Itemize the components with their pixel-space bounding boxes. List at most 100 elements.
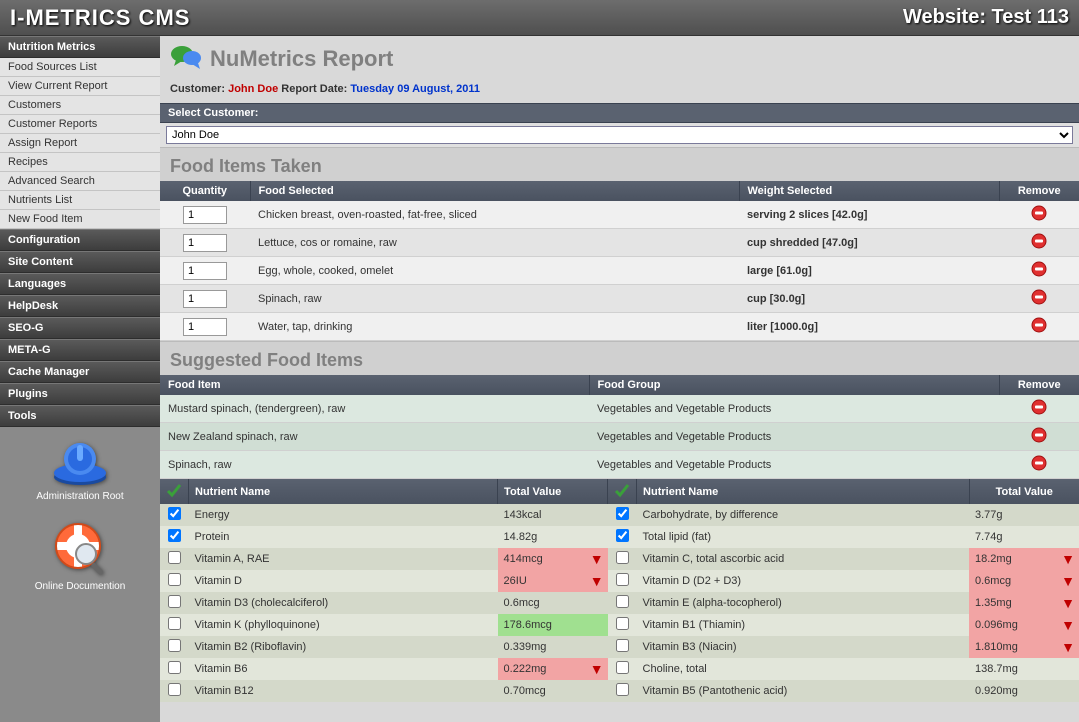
remove-button[interactable] bbox=[1031, 317, 1047, 333]
col-food-group: Food Group bbox=[589, 375, 999, 395]
nutrient-checkbox[interactable] bbox=[616, 617, 629, 630]
suggested-group-cell: Vegetables and Vegetable Products bbox=[589, 451, 999, 479]
nutrient-checkbox[interactable] bbox=[616, 595, 629, 608]
sidebar-footer-docs[interactable]: Online Documention bbox=[0, 512, 160, 602]
nutrient-checkbox[interactable] bbox=[616, 639, 629, 652]
table-row: Protein14.82gTotal lipid (fat)7.74g bbox=[160, 526, 1079, 548]
nutrient-checkbox[interactable] bbox=[616, 507, 629, 520]
nav-section-header[interactable]: Tools bbox=[0, 405, 160, 427]
quantity-input[interactable] bbox=[183, 290, 227, 308]
col-check-right bbox=[608, 479, 637, 504]
food-name-cell: Egg, whole, cooked, omelet bbox=[250, 257, 739, 285]
nutrient-name-cell: Vitamin B5 (Pantothenic acid) bbox=[637, 680, 969, 702]
nutrient-checkbox[interactable] bbox=[168, 683, 181, 696]
nutrient-checkbox[interactable] bbox=[168, 529, 181, 542]
nutrient-checkbox[interactable] bbox=[168, 661, 181, 674]
quantity-input[interactable] bbox=[183, 234, 227, 252]
remove-button[interactable] bbox=[1031, 427, 1047, 443]
nutrient-name-cell: Vitamin B2 (Riboflavin) bbox=[189, 636, 498, 658]
nav-item[interactable]: Customers bbox=[0, 96, 160, 115]
nutrient-name-cell: Vitamin B1 (Thiamin) bbox=[637, 614, 969, 636]
nav-item[interactable]: Customer Reports bbox=[0, 115, 160, 134]
nav-section-header[interactable]: META-G bbox=[0, 339, 160, 361]
nutrient-checkbox[interactable] bbox=[168, 617, 181, 630]
weight-cell: serving 2 slices [42.0g] bbox=[739, 201, 999, 229]
check-all-right-icon[interactable] bbox=[614, 482, 630, 498]
table-row: Vitamin K (phylloquinone)178.6mcgVitamin… bbox=[160, 614, 1079, 636]
food-taken-title: Food Items Taken bbox=[160, 147, 1079, 181]
nutrient-checkbox[interactable] bbox=[616, 573, 629, 586]
arrow-down-icon: ▼ bbox=[1061, 573, 1075, 589]
table-row: Lettuce, cos or romaine, rawcup shredded… bbox=[160, 229, 1079, 257]
customer-label: Customer: bbox=[170, 83, 225, 95]
weight-cell: large [61.0g] bbox=[739, 257, 999, 285]
nutrient-checkbox[interactable] bbox=[168, 595, 181, 608]
nav-item[interactable]: Advanced Search bbox=[0, 172, 160, 191]
table-row: Energy143kcalCarbohydrate, by difference… bbox=[160, 504, 1079, 526]
nav-item[interactable]: Assign Report bbox=[0, 134, 160, 153]
table-row: Vitamin D3 (cholecalciferol)0.6mcgVitami… bbox=[160, 592, 1079, 614]
nav-item[interactable]: Recipes bbox=[0, 153, 160, 172]
sidebar-footer-admin-label: Administration Root bbox=[0, 491, 160, 502]
suggested-item-cell: Mustard spinach, (tendergreen), raw bbox=[160, 395, 589, 423]
col-quantity: Quantity bbox=[160, 181, 250, 201]
page-title: NuMetrics Report bbox=[210, 46, 393, 72]
nutrient-checkbox[interactable] bbox=[616, 661, 629, 674]
nav-item[interactable]: Food Sources List bbox=[0, 58, 160, 77]
remove-button[interactable] bbox=[1031, 455, 1047, 471]
nutrient-value-cell: 0.70mcg bbox=[498, 680, 608, 702]
nutrient-value-cell: 3.77g bbox=[969, 504, 1079, 526]
weight-cell: liter [1000.0g] bbox=[739, 313, 999, 341]
brand-title: I-METRICS CMS bbox=[10, 5, 190, 31]
weight-cell: cup shredded [47.0g] bbox=[739, 229, 999, 257]
nutrient-name-cell: Vitamin E (alpha-tocopherol) bbox=[637, 592, 969, 614]
nutrient-checkbox[interactable] bbox=[168, 551, 181, 564]
report-subline: Customer: John Doe Report Date: Tuesday … bbox=[160, 81, 1079, 103]
nutrient-checkbox[interactable] bbox=[168, 573, 181, 586]
nutrient-value-cell: 178.6mcg bbox=[498, 614, 608, 636]
remove-button[interactable] bbox=[1031, 261, 1047, 277]
remove-button[interactable] bbox=[1031, 233, 1047, 249]
quantity-input[interactable] bbox=[183, 262, 227, 280]
nav-item[interactable]: View Current Report bbox=[0, 77, 160, 96]
nutrient-checkbox[interactable] bbox=[616, 529, 629, 542]
nutrient-value-cell: 0.222mg▼ bbox=[498, 658, 608, 680]
lifebuoy-search-icon bbox=[0, 522, 160, 577]
nav-section-header[interactable]: SEO-G bbox=[0, 317, 160, 339]
nav-item[interactable]: New Food Item bbox=[0, 210, 160, 229]
nutrient-value-cell: 0.096mg▼ bbox=[969, 614, 1079, 636]
table-row: Chicken breast, oven-roasted, fat-free, … bbox=[160, 201, 1079, 229]
remove-button[interactable] bbox=[1031, 289, 1047, 305]
nav-section-header[interactable]: Plugins bbox=[0, 383, 160, 405]
nav-section-header[interactable]: Nutrition Metrics bbox=[0, 36, 160, 58]
nutrient-name-cell: Vitamin B12 bbox=[189, 680, 498, 702]
nav-section-header[interactable]: Site Content bbox=[0, 251, 160, 273]
nutrient-value-cell: 414mcg▼ bbox=[498, 548, 608, 570]
nutrient-name-cell: Vitamin A, RAE bbox=[189, 548, 498, 570]
nutrient-checkbox[interactable] bbox=[168, 507, 181, 520]
nutrient-value-cell: 0.6mcg▼ bbox=[969, 570, 1079, 592]
nutrient-value-cell: 143kcal bbox=[498, 504, 608, 526]
check-all-left-icon[interactable] bbox=[166, 482, 182, 498]
nutrient-checkbox[interactable] bbox=[616, 683, 629, 696]
top-bar: I-METRICS CMS Website: Test 113 bbox=[0, 0, 1079, 36]
remove-button[interactable] bbox=[1031, 399, 1047, 415]
nav-section-header[interactable]: Configuration bbox=[0, 229, 160, 251]
nav-section-header[interactable]: Cache Manager bbox=[0, 361, 160, 383]
sidebar-footer-admin[interactable]: Administration Root bbox=[0, 427, 160, 512]
col-food-item: Food Item bbox=[160, 375, 589, 395]
table-row: Vitamin B120.70mcg Vitamin B5 (Pantotheni… bbox=[160, 680, 1079, 702]
nutrient-checkbox[interactable] bbox=[168, 639, 181, 652]
sidebar: Nutrition MetricsFood Sources ListView C… bbox=[0, 36, 160, 722]
nav-section-header[interactable]: Languages bbox=[0, 273, 160, 295]
food-name-cell: Chicken breast, oven-roasted, fat-free, … bbox=[250, 201, 739, 229]
nutrient-name-cell: Total lipid (fat) bbox=[637, 526, 969, 548]
select-customer-dropdown[interactable]: John Doe bbox=[166, 126, 1073, 144]
nutrient-checkbox[interactable] bbox=[616, 551, 629, 564]
remove-button[interactable] bbox=[1031, 205, 1047, 221]
nav-item[interactable]: Nutrients List bbox=[0, 191, 160, 210]
table-row: Vitamin D26IU▼Vitamin D (D2 + D3)0.6mcg▼ bbox=[160, 570, 1079, 592]
quantity-input[interactable] bbox=[183, 206, 227, 224]
nav-section-header[interactable]: HelpDesk bbox=[0, 295, 160, 317]
quantity-input[interactable] bbox=[183, 318, 227, 336]
